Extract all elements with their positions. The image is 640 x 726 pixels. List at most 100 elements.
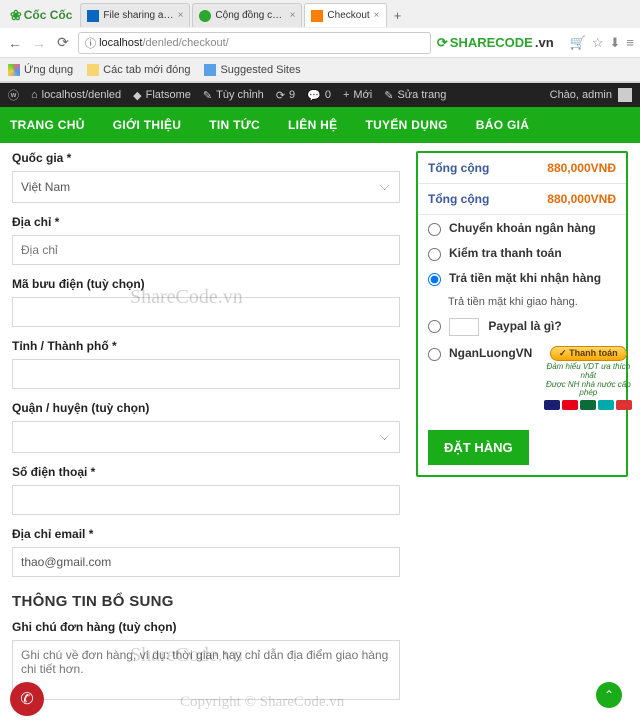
- nav-about[interactable]: GIỚI THIỆU: [113, 118, 182, 132]
- phone-fab[interactable]: ✆: [10, 682, 44, 716]
- bookmark-suggested[interactable]: Suggested Sites: [204, 64, 300, 76]
- wp-updates-count: 9: [289, 89, 295, 101]
- nganluong-label: NganLuongVN: [449, 346, 532, 360]
- district-select[interactable]: [12, 421, 400, 453]
- tab-label: File sharing and storage m: [103, 10, 173, 21]
- country-select[interactable]: Việt Nam: [12, 171, 400, 203]
- wp-edit[interactable]: ✎ Sửa trang: [384, 89, 446, 102]
- payment-cod[interactable]: Trả tiền mặt khi nhận hàng: [428, 271, 616, 286]
- wp-updates[interactable]: ⟳9: [276, 89, 295, 102]
- wp-admin-bar: ⓦ ⌂localhost/denled ◆Flatsome ✎Tùy chỉnh…: [0, 83, 640, 107]
- plus-icon: +: [343, 89, 349, 101]
- close-icon[interactable]: ×: [290, 10, 296, 21]
- brand-text: SHARECODE: [450, 35, 533, 50]
- payment-paypal-radio[interactable]: [428, 320, 441, 333]
- nav-home[interactable]: TRANG CHỦ: [10, 118, 85, 132]
- nav-contact[interactable]: LIÊN HỆ: [288, 118, 337, 132]
- wp-logo-icon[interactable]: ⓦ: [8, 87, 19, 103]
- payment-paypal[interactable]: Paypal là gì?: [428, 318, 616, 336]
- address-input[interactable]: [12, 235, 400, 265]
- zip-input[interactable]: [12, 297, 400, 327]
- toolbar-icons: 🛒 ☆ ⬇ ≡: [564, 35, 634, 51]
- payment-bank-radio[interactable]: [428, 223, 441, 236]
- wp-item-label: Tùy chỉnh: [216, 89, 264, 101]
- home-icon: ⌂: [31, 89, 38, 101]
- payment-check[interactable]: Kiểm tra thanh toán: [428, 246, 616, 261]
- avatar-icon: [618, 88, 632, 102]
- card-icon: [598, 400, 614, 410]
- cart-icon[interactable]: 🛒: [570, 35, 586, 51]
- wp-site-label: localhost/denled: [42, 89, 122, 101]
- menu-icon[interactable]: ≡: [626, 35, 634, 51]
- wp-site[interactable]: ⌂ localhost/denled: [31, 89, 121, 101]
- payment-bank[interactable]: Chuyển khoản ngân hàng: [428, 221, 616, 236]
- forward-button[interactable]: →: [30, 35, 48, 51]
- leaf-icon: ❀: [10, 7, 22, 24]
- tab-bar: ❀ Cốc Cốc File sharing and storage m × C…: [0, 0, 640, 28]
- close-icon[interactable]: ×: [374, 10, 380, 21]
- pencil-icon: ✎: [384, 89, 393, 102]
- payment-check-radio[interactable]: [428, 248, 441, 261]
- brand-suffix: .vn: [535, 35, 554, 50]
- payment-nganluong[interactable]: NganLuongVN ✓ Thanh toán Đảm hiểu VDT ưa…: [428, 346, 616, 410]
- comment-icon: 💬: [307, 89, 321, 102]
- folder-icon: [87, 64, 99, 76]
- share-icon: ⟳: [437, 35, 448, 51]
- brand-watermark: ⟳ SHARECODE.vn: [437, 35, 558, 51]
- new-tab-button[interactable]: +: [389, 8, 407, 23]
- page-icon: [204, 64, 216, 76]
- nav-news[interactable]: TIN TỨC: [209, 118, 260, 132]
- city-input[interactable]: [12, 359, 400, 389]
- wp-customize[interactable]: ✎Tùy chỉnh: [203, 89, 264, 102]
- tab-1[interactable]: Cộng đồng chia sẻ và do ×: [192, 3, 302, 27]
- grand-total-label: Tổng cộng: [428, 192, 489, 206]
- grand-total-value: 880,000VNĐ: [547, 192, 616, 206]
- phone-icon: ✆: [20, 689, 33, 709]
- close-icon[interactable]: ×: [178, 10, 184, 21]
- grid-icon: [8, 64, 20, 76]
- payment-note: Trả tiền mặt khi giao hàng.: [448, 296, 616, 308]
- email-input[interactable]: [12, 547, 400, 577]
- favicon-icon: [311, 10, 323, 22]
- info-icon: ⓘ: [85, 35, 96, 51]
- download-icon[interactable]: ⬇: [610, 35, 621, 51]
- star-icon[interactable]: ☆: [592, 35, 604, 51]
- city-label: Tỉnh / Thành phố *: [12, 339, 400, 353]
- tab-0[interactable]: File sharing and storage m ×: [80, 3, 190, 27]
- nganluong-badge: ✓ Thanh toán Đảm hiểu VDT ưa thích nhất …: [544, 346, 632, 410]
- notes-textarea[interactable]: [12, 640, 400, 700]
- wp-new[interactable]: +Mới: [343, 89, 372, 101]
- payment-nganluong-radio[interactable]: [428, 348, 441, 361]
- bookmark-apps[interactable]: Ứng dụng: [8, 64, 73, 76]
- wp-flatsome[interactable]: ◆Flatsome: [133, 89, 191, 102]
- nav-pricing[interactable]: BÁO GIÁ: [476, 118, 529, 132]
- url-input[interactable]: ⓘ localhost /denled/checkout/: [78, 32, 431, 54]
- bookmark-label: Suggested Sites: [220, 64, 300, 76]
- favicon-icon: [199, 10, 211, 22]
- place-order-button[interactable]: ĐẶT HÀNG: [428, 430, 529, 465]
- back-button[interactable]: ←: [6, 35, 24, 51]
- notes-label: Ghi chú đơn hàng (tuỳ chọn): [12, 620, 400, 634]
- url-bar: ← → ⟳ ⓘ localhost /denled/checkout/ ⟳ SH…: [0, 28, 640, 58]
- chevron-up-icon: ⌃: [604, 688, 614, 702]
- bookmark-label: Các tab mới đóng: [103, 64, 190, 76]
- total-row-2: Tổng cộng 880,000VNĐ: [418, 184, 626, 215]
- wp-comments[interactable]: 💬0: [307, 89, 331, 102]
- url-host: localhost: [99, 37, 142, 49]
- wp-user-menu[interactable]: Chào, admin: [550, 88, 632, 102]
- bookmark-recent[interactable]: Các tab mới đóng: [87, 64, 190, 76]
- nav-hiring[interactable]: TUYỂN DỤNG: [365, 118, 447, 132]
- tab-2[interactable]: Checkout ×: [304, 3, 386, 27]
- reload-button[interactable]: ⟳: [54, 34, 72, 51]
- payment-cod-radio[interactable]: [428, 273, 441, 286]
- total-label: Tổng cộng: [428, 161, 489, 175]
- bookmark-bar: Ứng dụng Các tab mới đóng Suggested Site…: [0, 58, 640, 82]
- phone-input[interactable]: [12, 485, 400, 515]
- order-summary-box: Tổng cộng 880,000VNĐ Tổng cộng 880,000VN…: [416, 151, 628, 477]
- app-logo: ❀ Cốc Cốc: [4, 7, 78, 24]
- scroll-top-button[interactable]: ⌃: [596, 682, 622, 708]
- address-label: Địa chỉ *: [12, 215, 400, 229]
- total-row-1: Tổng cộng 880,000VNĐ: [418, 153, 626, 184]
- email-label: Địa chỉ email *: [12, 527, 400, 541]
- wp-edit-label: Sửa trang: [397, 89, 446, 101]
